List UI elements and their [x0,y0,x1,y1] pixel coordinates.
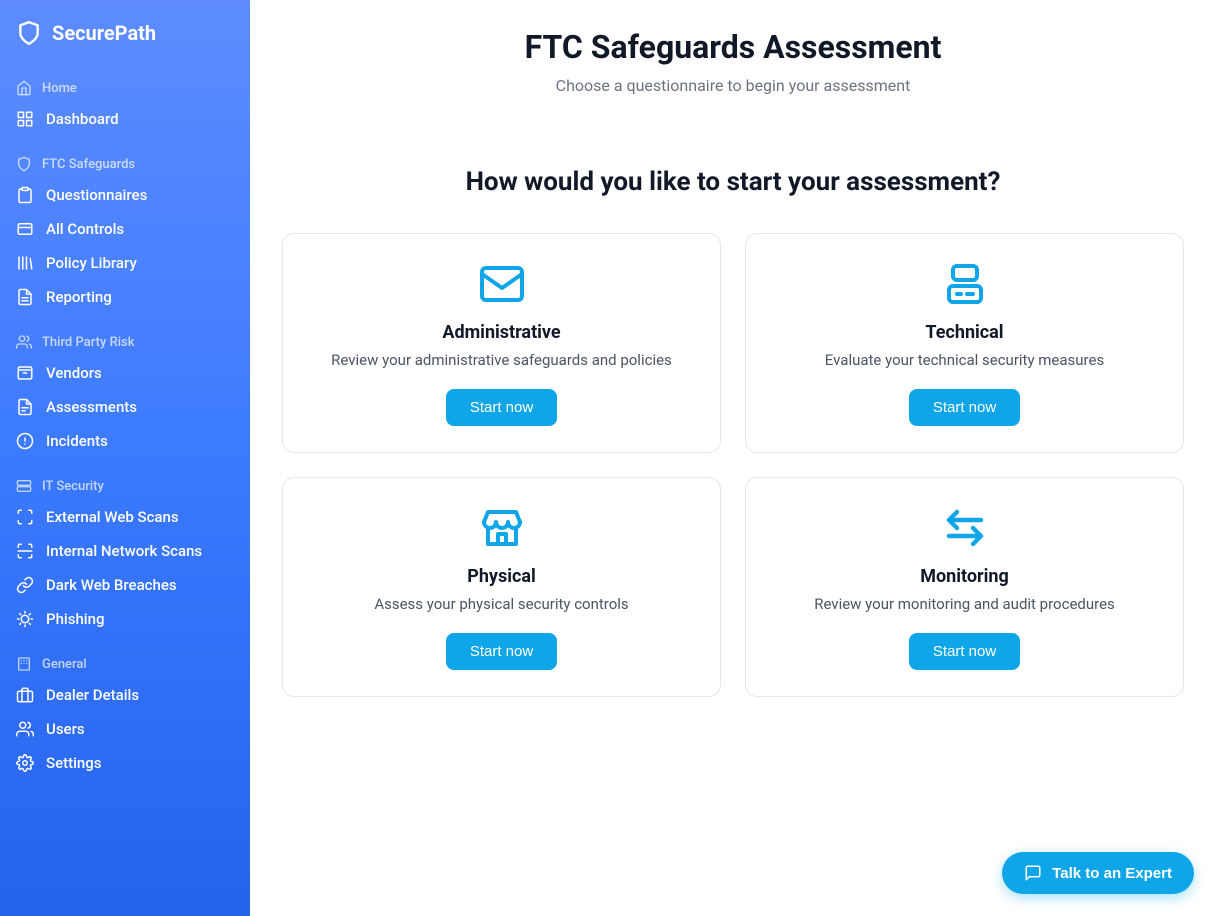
sidebar-header-tpr[interactable]: Third Party Risk [0,328,250,356]
sidebar-item-settings[interactable]: Settings [0,746,250,780]
sidebar-item-label: Questionnaires [46,186,147,204]
scan-line-icon [16,542,34,560]
sidebar-item-external-web-scans[interactable]: External Web Scans [0,500,250,534]
server-icon [941,260,989,308]
sidebar-item-label: Dashboard [46,110,119,128]
sidebar-section-home: Home Dashboard [0,74,250,136]
home-icon [16,80,32,96]
gear-icon [16,754,34,772]
shield-small-icon [16,156,32,172]
card-title: Physical [467,566,536,587]
sidebar-header-label: Home [42,81,77,96]
sidebar-item-incidents[interactable]: Incidents [0,424,250,458]
file-text-icon [16,288,34,306]
section-heading: How would you like to start your assessm… [282,167,1184,197]
start-now-button-administrative[interactable]: Start now [446,389,557,426]
card-desc: Evaluate your technical security measure… [825,351,1104,369]
page-subtitle: Choose a questionnaire to begin your ass… [282,76,1184,95]
sidebar-item-label: Incidents [46,432,108,450]
sidebar-item-questionnaires[interactable]: Questionnaires [0,178,250,212]
cards-grid: Administrative Review your administrativ… [282,233,1184,697]
file-check-icon [16,398,34,416]
sidebar-item-label: Users [46,720,85,738]
library-icon [16,254,34,272]
sidebar-item-vendors[interactable]: Vendors [0,356,250,390]
users-icon [16,720,34,738]
card-technical: Technical Evaluate your technical securi… [745,233,1184,453]
card-desc: Assess your physical security controls [374,595,628,613]
sidebar: SecurePath Home Dashboard FTC Safeguards [0,0,250,916]
sidebar-item-label: All Controls [46,220,124,238]
sidebar-item-label: External Web Scans [46,508,179,526]
card-title: Technical [925,322,1003,343]
talk-to-expert-button[interactable]: Talk to an Expert [1002,852,1194,894]
sidebar-section-general: General Dealer Details Users Settings [0,650,250,780]
sidebar-item-dealer-details[interactable]: Dealer Details [0,678,250,712]
link-icon [16,576,34,594]
sidebar-item-label: Dark Web Breaches [46,576,177,594]
sidebar-item-internal-network-scans[interactable]: Internal Network Scans [0,534,250,568]
sidebar-item-label: Phishing [46,610,104,628]
briefcase-icon [16,686,34,704]
sidebar-header-label: Third Party Risk [42,335,135,350]
package-icon [16,364,34,382]
building-icon [16,656,32,672]
bug-icon [16,610,34,628]
sidebar-item-dashboard[interactable]: Dashboard [0,102,250,136]
start-now-button-physical[interactable]: Start now [446,633,557,670]
sidebar-header-label: FTC Safeguards [42,157,135,172]
card-title: Administrative [442,322,560,343]
sidebar-item-policy-library[interactable]: Policy Library [0,246,250,280]
layers-icon [16,220,34,238]
fab-label: Talk to an Expert [1052,865,1172,882]
sidebar-item-dark-web-breaches[interactable]: Dark Web Breaches [0,568,250,602]
sidebar-item-label: Settings [46,754,102,772]
sidebar-header-home[interactable]: Home [0,74,250,102]
server-small-icon [16,478,32,494]
sidebar-header-general[interactable]: General [0,650,250,678]
sidebar-item-assessments[interactable]: Assessments [0,390,250,424]
brand-logo[interactable]: SecurePath [0,20,250,60]
alert-circle-icon [16,432,34,450]
sidebar-item-label: Vendors [46,364,102,382]
sidebar-section-ftc: FTC Safeguards Questionnaires All Contro… [0,150,250,314]
sidebar-item-label: Policy Library [46,254,137,272]
sidebar-header-label: General [42,657,87,672]
card-administrative: Administrative Review your administrativ… [282,233,721,453]
sidebar-header-itsec[interactable]: IT Security [0,472,250,500]
sidebar-item-label: Internal Network Scans [46,542,202,560]
start-now-button-monitoring[interactable]: Start now [909,633,1020,670]
scan-icon [16,508,34,526]
sidebar-header-label: IT Security [42,479,104,494]
card-desc: Review your monitoring and audit procedu… [814,595,1115,613]
page-title: FTC Safeguards Assessment [282,28,1184,66]
card-title: Monitoring [920,566,1009,587]
shield-icon [16,20,42,46]
card-monitoring: Monitoring Review your monitoring and au… [745,477,1184,697]
start-now-button-technical[interactable]: Start now [909,389,1020,426]
sidebar-item-phishing[interactable]: Phishing [0,602,250,636]
sidebar-item-all-controls[interactable]: All Controls [0,212,250,246]
brand-name: SecurePath [52,21,156,45]
grid-icon [16,110,34,128]
sidebar-item-label: Dealer Details [46,686,139,704]
arrows-exchange-icon [941,504,989,552]
card-desc: Review your administrative safeguards an… [331,351,672,369]
mail-icon [478,260,526,308]
sidebar-section-tpr: Third Party Risk Vendors Assessments Inc… [0,328,250,458]
sidebar-item-reporting[interactable]: Reporting [0,280,250,314]
clipboard-icon [16,186,34,204]
storefront-icon [478,504,526,552]
sidebar-item-label: Assessments [46,398,137,416]
sidebar-section-itsec: IT Security External Web Scans Internal … [0,472,250,636]
sidebar-header-ftc[interactable]: FTC Safeguards [0,150,250,178]
users-small-icon [16,334,32,350]
sidebar-item-label: Reporting [46,288,112,306]
sidebar-item-users[interactable]: Users [0,712,250,746]
chat-icon [1024,864,1042,882]
card-physical: Physical Assess your physical security c… [282,477,721,697]
main-content: FTC Safeguards Assessment Choose a quest… [250,0,1216,916]
